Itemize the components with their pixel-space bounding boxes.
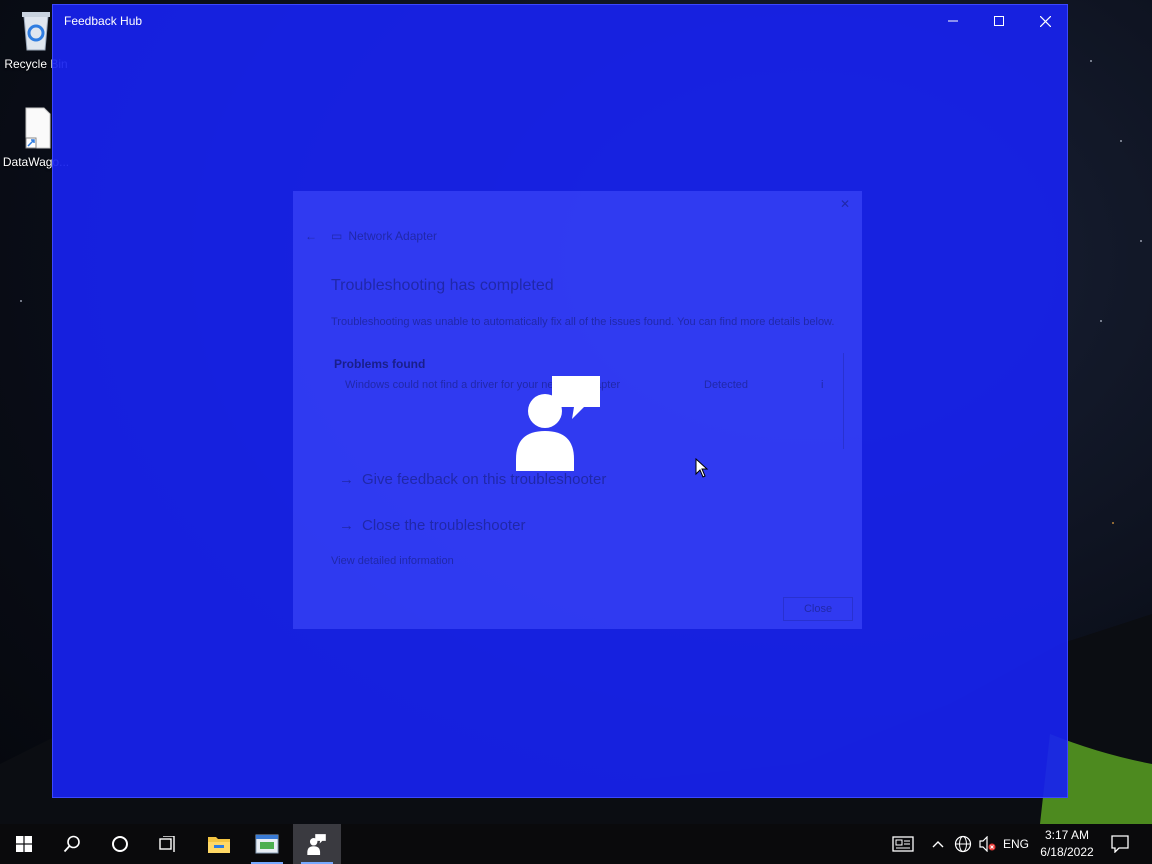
feedback-hub-window: Feedback Hub ✕ ← ▭ Network Adapter Troub… — [52, 4, 1068, 798]
info-icon: i — [821, 379, 824, 391]
app-window-icon — [255, 834, 279, 854]
arrow-right-icon: → — [339, 517, 354, 534]
taskbar: ENG 3:17 AM 6/18/2022 — [0, 824, 1152, 864]
file-explorer-button[interactable] — [195, 824, 243, 864]
cortana-circle-icon — [112, 836, 128, 852]
dialog-close-icon: ✕ — [839, 197, 850, 211]
cortana-button[interactable] — [96, 824, 144, 864]
recycle-bin-icon — [22, 12, 50, 51]
star — [1100, 320, 1102, 322]
close-button[interactable] — [1022, 5, 1068, 37]
volume-button[interactable] — [976, 824, 998, 864]
window-title: Feedback Hub — [64, 14, 143, 28]
shortcut-file-icon — [25, 107, 51, 149]
star — [20, 300, 22, 302]
mouse-cursor-icon — [695, 458, 709, 478]
close-icon — [1039, 15, 1051, 27]
maximize-icon — [994, 16, 1004, 26]
dialog-app-title-text: Network Adapter — [348, 229, 438, 243]
action-center-button[interactable] — [1104, 824, 1136, 864]
star — [1140, 240, 1142, 242]
show-hidden-icons-button[interactable] — [928, 824, 948, 864]
windows-logo-icon — [16, 836, 32, 852]
star — [1120, 140, 1122, 142]
clock[interactable]: 3:17 AM 6/18/2022 — [1036, 827, 1098, 861]
minimize-button[interactable] — [930, 5, 976, 37]
clock-time: 3:17 AM — [1044, 828, 1090, 842]
issue-status: Detected — [704, 379, 749, 391]
feedback-hub-button[interactable] — [293, 824, 341, 864]
give-feedback-link: → Give feedback on this troubleshooter — [339, 471, 606, 488]
task-view-button[interactable] — [144, 824, 192, 864]
dialog-description: Troubleshooting was unable to automatica… — [331, 316, 835, 328]
start-button[interactable] — [0, 824, 48, 864]
problems-header: Problems found — [334, 357, 426, 371]
arrow-right-icon: → — [339, 471, 354, 488]
feedback-hub-icon — [307, 834, 326, 855]
folder-icon — [208, 837, 230, 853]
title-bar[interactable]: Feedback Hub — [53, 5, 1067, 37]
star — [1090, 60, 1092, 62]
dialog-heading: Troubleshooting has completed — [331, 277, 554, 294]
app-button[interactable] — [243, 824, 291, 864]
dialog-app-title: ▭ Network Adapter — [331, 229, 437, 243]
network-adapter-icon: ▭ — [331, 229, 343, 243]
globe-network-icon — [954, 835, 972, 853]
close-troubleshooter-link-text: Close the troubleshooter — [362, 517, 526, 534]
minimize-icon — [948, 20, 958, 22]
view-details-link: View detailed information — [331, 555, 454, 567]
give-feedback-link-text: Give feedback on this troubleshooter — [362, 471, 607, 488]
clock-date: 6/18/2022 — [1040, 845, 1094, 859]
task-view-icon — [159, 836, 175, 852]
input-language-button[interactable]: ENG — [1000, 824, 1032, 864]
search-icon — [63, 835, 80, 853]
speaker-muted-icon — [979, 836, 996, 852]
dialog-close-button: Close — [783, 597, 853, 621]
close-troubleshooter-link: → Close the troubleshooter — [339, 517, 525, 534]
news-widget-button[interactable] — [888, 824, 918, 864]
notification-icon — [1111, 835, 1129, 853]
network-status-button[interactable] — [952, 824, 974, 864]
news-icon — [892, 836, 914, 852]
search-button[interactable] — [48, 824, 96, 864]
back-arrow-icon: ← — [305, 229, 317, 243]
feedback-hub-logo-icon — [516, 376, 600, 471]
chevron-up-icon — [932, 841, 944, 848]
maximize-button[interactable] — [976, 5, 1022, 37]
